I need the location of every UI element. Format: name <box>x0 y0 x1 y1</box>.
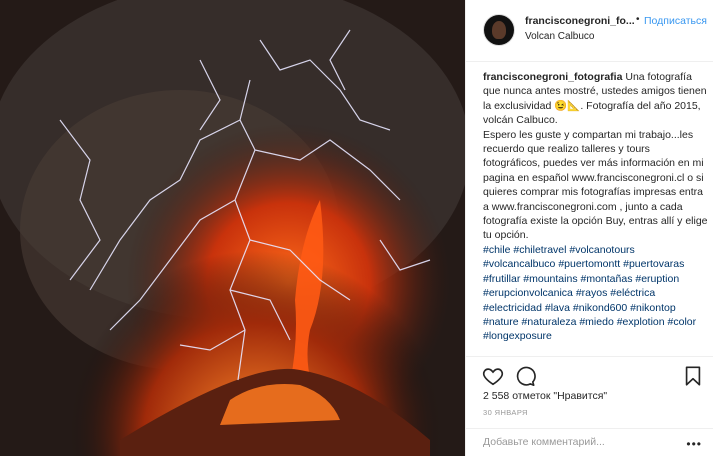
hashtag-link[interactable]: #miedo <box>579 316 613 328</box>
hashtag-link[interactable]: #lava <box>545 302 570 314</box>
bookmark-icon[interactable] <box>682 365 704 387</box>
comment-icon[interactable] <box>514 365 536 387</box>
hashtag-link[interactable]: #rayos <box>576 287 608 299</box>
hashtag-link[interactable]: #puertomontt <box>558 258 620 270</box>
hashtag-link[interactable]: #chiletravel <box>513 244 566 256</box>
hashtag-link[interactable]: #puertovaras <box>623 258 684 270</box>
separator-dot: • <box>636 14 640 25</box>
comment-input[interactable] <box>483 436 673 448</box>
comment-box: ••• <box>466 428 713 456</box>
volcano-lightning-image <box>0 0 465 456</box>
post-header: francisconegroni_fo... • Подписаться Vol… <box>466 0 713 62</box>
hashtag-link[interactable]: #color <box>668 316 697 328</box>
hashtag-link[interactable]: #volcanotours <box>569 244 634 256</box>
hashtag-link[interactable]: #longexposure <box>483 330 552 342</box>
hashtag-link[interactable]: #nikontop <box>630 302 676 314</box>
caption-username[interactable]: francisconegroni_fotografia <box>483 71 622 83</box>
hashtag-link[interactable]: #explotion <box>617 316 665 328</box>
post-actions: 2 558 отметок "Нравится" 30 ЯНВАРЯ ••• <box>466 356 713 451</box>
post-date: 30 ЯНВАРЯ <box>483 408 528 417</box>
hashtag-link[interactable]: #nikond600 <box>573 302 627 314</box>
hashtag-link[interactable]: #eléctrica <box>610 287 655 299</box>
hashtag-link[interactable]: #chile <box>483 244 510 256</box>
hashtag-link[interactable]: #volcancalbuco <box>483 258 555 270</box>
hashtag-link[interactable]: #mountains <box>523 273 577 285</box>
hashtag-link[interactable]: #eruption <box>635 273 679 285</box>
header-username[interactable]: francisconegroni_fo... <box>525 15 635 27</box>
post-photo[interactable] <box>0 0 465 456</box>
heart-icon[interactable] <box>482 365 504 387</box>
hashtag-list: #chile #chiletravel #volcanotours #volca… <box>483 243 709 344</box>
hashtag-link[interactable]: #montañas <box>581 273 633 285</box>
likes-count[interactable]: 2 558 отметок "Нравится" <box>483 390 607 402</box>
hashtag-link[interactable]: #erupcionvolcanica <box>483 287 573 299</box>
hashtag-link[interactable]: #frutillar <box>483 273 520 285</box>
caption-text: Una fotografía que nunca antes mostré, u… <box>483 71 708 242</box>
location-link[interactable]: Volcan Calbuco <box>525 31 595 42</box>
more-options-icon[interactable]: ••• <box>686 437 702 451</box>
post-caption: francisconegroni_fotografia Una fotograf… <box>483 70 709 344</box>
post-sidebar: francisconegroni_fo... • Подписаться Vol… <box>465 0 713 456</box>
avatar[interactable] <box>483 14 515 46</box>
hashtag-link[interactable]: #naturaleza <box>522 316 577 328</box>
hashtag-link[interactable]: #electricidad <box>483 302 542 314</box>
hashtag-link[interactable]: #nature <box>483 316 519 328</box>
follow-button[interactable]: Подписаться <box>644 15 707 27</box>
